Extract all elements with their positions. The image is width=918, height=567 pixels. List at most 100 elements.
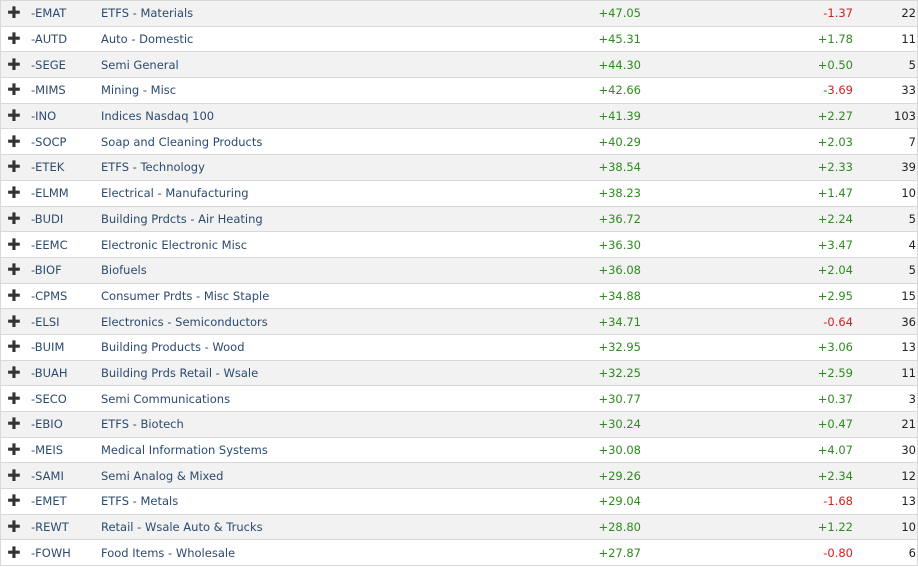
row-daily-change: -0.64 [823,314,853,329]
row-change-value: +36.30 [598,237,641,252]
row-count: 22 [901,6,916,21]
row-daily-change: +0.37 [817,391,853,406]
row-symbol[interactable]: -EBIO [26,417,101,431]
expand-plus-icon[interactable]: ✚ [2,236,26,253]
row-symbol[interactable]: -BUDI [26,212,101,226]
row-daily-change: -1.68 [823,494,853,509]
expand-plus-icon[interactable]: ✚ [2,262,26,278]
table-row[interactable]: ✚ -MEIS Medical Information Systems +30.08 +… [1,437,918,464]
row-industry-name: Electronic Electronic Misc [101,237,248,252]
expand-plus-icon[interactable]: ✚ [2,5,26,21]
row-symbol[interactable]: -BUAH [26,366,101,380]
row-symbol[interactable]: -SOCP [26,135,101,149]
row-industry-name: ETFS - Technology [101,160,205,175]
table-row[interactable]: ✚ -INO Indices Nasdaq 100 +41.39 +2.27 103 [1,103,918,130]
row-industry-name: Biofuels [101,263,147,278]
row-symbol[interactable]: -EEMC [26,238,101,252]
expand-plus-icon[interactable]: ✚ [2,467,26,484]
table-row[interactable]: ✚ -SOCP Soap and Cleaning Products +40.29 +2… [1,129,918,156]
expand-plus-icon[interactable]: ✚ [2,210,26,227]
expand-plus-icon[interactable]: ✚ [2,159,26,175]
row-symbol[interactable]: -SAMI [26,469,101,483]
row-industry-name: Electronics - Semiconductors [101,314,268,329]
expand-plus-icon[interactable]: ✚ [2,185,26,201]
row-symbol[interactable]: -MEIS [26,443,101,457]
table-row[interactable]: ✚ -FOWH Food Items - Wholesale +27.87 -0.80 6 [1,540,918,567]
table-row[interactable]: ✚ -BIOF Biofuels +36.08 +2.04 5 [1,257,918,284]
row-symbol[interactable]: -MIMS [26,83,101,97]
table-row[interactable]: ✚ -CPMS Consumer Prdts - Misc Staple +34.88… [1,283,918,310]
table-row[interactable]: ✚ -BUDI Building Prdcts - Air Heating +36.7… [1,206,918,233]
expand-plus-icon[interactable]: ✚ [2,287,26,304]
row-industry-name: Building Products - Wood [101,340,245,355]
expand-plus-icon[interactable]: ✚ [2,56,26,73]
expand-plus-icon[interactable]: ✚ [2,390,26,407]
expand-plus-icon[interactable]: ✚ [2,493,26,509]
row-industry-name: Semi General [101,57,179,72]
row-change-value: +44.30 [598,57,641,72]
expand-plus-icon[interactable]: ✚ [2,519,26,535]
expand-plus-icon[interactable]: ✚ [2,108,26,124]
row-symbol[interactable]: -SEGE [26,58,101,72]
expand-plus-icon[interactable]: ✚ [2,31,26,47]
expand-plus-icon[interactable]: ✚ [2,544,26,561]
expand-plus-icon[interactable]: ✚ [2,364,26,381]
row-symbol[interactable]: -BIOF [26,263,101,277]
table-row[interactable]: ✚ -BUIM Building Products - Wood +32.95 +3.0… [1,334,918,361]
row-industry-name: Auto - Domestic [101,32,194,47]
row-daily-change: +2.95 [817,288,853,303]
row-symbol[interactable]: -FOWH [26,546,101,560]
table-row[interactable]: ✚ -BUAH Building Prds Retail - Wsale +32.25… [1,360,918,387]
row-count: 5 [908,263,916,278]
row-symbol[interactable]: -EMET [26,494,101,508]
row-count: 5 [908,211,916,226]
row-symbol[interactable]: -CPMS [26,289,101,303]
expand-plus-icon[interactable]: ✚ [2,416,26,432]
row-change-value: +32.25 [598,365,641,380]
row-count: 13 [901,494,916,509]
row-symbol[interactable]: -ETEK [26,160,101,174]
row-count: 36 [901,314,916,329]
expand-plus-icon[interactable]: ✚ [2,339,26,355]
table-row[interactable]: ✚ -AUTD Auto - Domestic +45.31 +1.78 11 [1,26,918,53]
expand-plus-icon[interactable]: ✚ [2,82,26,98]
row-change-value: +34.71 [598,314,641,329]
table-row[interactable]: ✚ -SEGE Semi General +44.30 +0.50 5 [1,52,918,79]
expand-plus-icon[interactable]: ✚ [2,313,26,330]
table-row[interactable]: ✚ -MIMS Mining - Misc +42.66 -3.69 33 [1,78,918,104]
row-symbol[interactable]: -EMAT [26,6,101,20]
row-symbol[interactable]: -ELSI [26,315,101,329]
table-row[interactable]: ✚ -ELMM Electrical - Manufacturing +38.23 +1… [1,180,918,207]
row-symbol[interactable]: -ELMM [26,186,101,200]
table-row[interactable]: ✚ -SECO Semi Communications +30.77 +0.37 3 [1,386,918,412]
row-change-value: +34.88 [598,288,641,303]
table-row[interactable]: ✚ -ETEK ETFS - Technology +38.54 +2.33 39 [1,155,918,181]
row-change-value: +30.24 [598,417,641,432]
industry-table: ✚ -EMAT ETFS - Materials +47.05 -1.37 22 ✚ -AUT… [0,0,918,567]
row-symbol[interactable]: -AUTD [26,32,101,46]
table-row[interactable]: ✚ -ELSI Electronics - Semiconductors +34.71… [1,309,918,335]
row-symbol[interactable]: -REWT [26,520,101,534]
row-change-value: +32.95 [598,340,641,355]
row-symbol[interactable]: -INO [26,109,101,123]
row-change-value: +27.87 [598,545,641,560]
table-row[interactable]: ✚ -SAMI Semi Analog & Mixed +29.26 +2.34 12 [1,463,918,490]
row-change-value: +36.08 [598,263,641,278]
table-row[interactable]: ✚ -EBIO ETFS - Biotech +30.24 +0.47 21 [1,412,918,438]
row-industry-name: Building Prds Retail - Wsale [101,365,259,380]
table-row[interactable]: ✚ -EMAT ETFS - Materials +47.05 -1.37 22 [1,1,918,27]
row-count: 21 [901,417,916,432]
table-row[interactable]: ✚ -EMET ETFS - Metals +29.04 -1.68 13 [1,489,918,515]
table-row[interactable]: ✚ -EEMC Electronic Electronic Misc +36.30 +3… [1,232,918,258]
row-symbol[interactable]: -SECO [26,392,101,406]
row-change-value: +30.08 [598,443,641,458]
table-row[interactable]: ✚ -REWT Retail - Wsale Auto & Trucks +28.80… [1,514,918,541]
row-symbol[interactable]: -BUIM [26,340,101,354]
expand-plus-icon[interactable]: ✚ [2,442,26,458]
row-count: 13 [901,340,916,355]
row-count: 10 [901,186,916,201]
row-daily-change: +2.34 [817,468,853,483]
expand-plus-icon[interactable]: ✚ [2,133,26,150]
row-count: 30 [901,443,916,458]
row-industry-name: Retail - Wsale Auto & Trucks [101,520,263,535]
